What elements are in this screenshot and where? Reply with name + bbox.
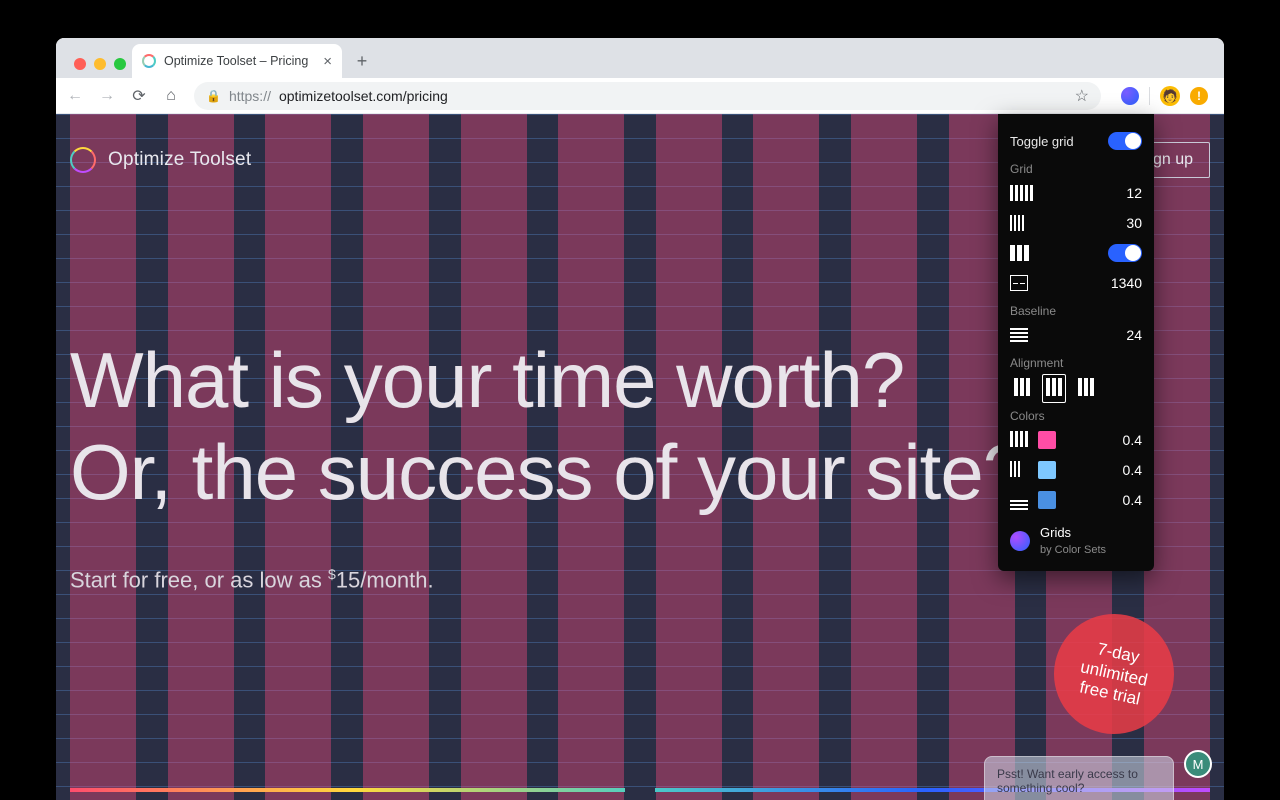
column-color-alpha: 0.4 [1123,432,1142,448]
columns-icon [1010,185,1033,201]
footer-subtitle: by Color Sets [1040,544,1106,556]
column-visibility-switch[interactable] [1108,244,1142,262]
url-text: optimizetoolset.com/pricing [279,88,448,104]
column-color-swatch[interactable] [1038,431,1056,449]
nav-reload-icon[interactable]: ⟳ [130,86,148,106]
columns-color-icon [1010,431,1028,447]
profile-avatar-icon[interactable]: 🧑 [1160,86,1180,106]
subheadline: Start for free, or as low as $15/month. [70,566,1164,593]
gutter-value: 30 [1126,215,1142,231]
omnibox[interactable]: 🔒 https:// optimizetoolset.com/pricing ☆ [194,82,1101,110]
browser-tab[interactable]: Optimize Toolset – Pricing × [132,44,342,78]
baseline-color-swatch[interactable] [1038,491,1056,509]
browser-warning-icon[interactable]: ! [1190,87,1208,105]
tab-favicon-icon [142,54,156,68]
window-maximize-button[interactable] [114,58,126,70]
column-visibility-row[interactable] [1010,238,1142,268]
alignment-section-label: Alignment [1010,356,1142,370]
tab-strip: Optimize Toolset – Pricing × + [56,38,1224,78]
brand-name: Optimize Toolset [108,149,251,171]
grid-section-label: Grid [1010,162,1142,176]
grids-logo-icon [1010,531,1030,551]
nav-home-icon[interactable]: ⌂ [162,87,180,105]
bookmark-star-icon[interactable]: ☆ [1075,86,1089,106]
max-width-icon [1010,275,1028,291]
gutter-color-row[interactable]: 0.4 [1010,455,1142,485]
baseline-section-label: Baseline [1010,304,1142,318]
gutter-icon [1010,215,1024,231]
brand-logo-icon [70,147,96,173]
column-color-row[interactable]: 0.4 [1010,425,1142,455]
align-right-option[interactable] [1074,374,1098,403]
tab-close-icon[interactable]: × [323,53,332,70]
nav-back-icon[interactable]: ← [66,87,84,105]
columns-value: 12 [1126,185,1142,201]
window-controls [74,58,126,70]
url-protocol: https:// [229,88,271,104]
headline-line-2: Or, the success of your site? [70,428,1025,516]
early-access-card[interactable]: Psst! Want early access to something coo… [984,756,1174,800]
gutter-color-alpha: 0.4 [1123,462,1142,478]
baseline-color-row[interactable]: 0.4 [1010,485,1142,515]
grids-extension-icon[interactable] [1121,87,1139,105]
gutter-color-icon [1010,461,1020,477]
avatar-coin-icon[interactable]: M [1184,750,1212,778]
max-width-row[interactable]: 1340 [1010,268,1142,298]
panel-footer[interactable]: Grids by Color Sets [1010,525,1142,557]
toggle-grid-label: Toggle grid [1010,134,1074,149]
extension-icons: 🧑 ! [1115,86,1214,106]
footer-title: Grids [1040,525,1106,541]
gutter-color-swatch[interactable] [1038,461,1056,479]
align-center-option[interactable] [1042,374,1066,403]
nav-forward-icon[interactable]: → [98,87,116,105]
window-close-button[interactable] [74,58,86,70]
address-bar: ← → ⟳ ⌂ 🔒 https:// optimizetoolset.com/pr… [56,78,1224,114]
browser-window: Optimize Toolset – Pricing × + ← → ⟳ ⌂ 🔒… [56,38,1224,800]
toggle-grid-switch[interactable] [1108,132,1142,150]
window-minimize-button[interactable] [94,58,106,70]
colors-section-label: Colors [1010,409,1142,423]
align-left-option[interactable] [1010,374,1034,403]
trial-badge-text: 7-day unlimited free trial [1074,637,1153,711]
headline-line-1: What is your time worth? [70,336,904,424]
baseline-value: 24 [1126,327,1142,343]
secure-lock-icon: 🔒 [206,89,221,103]
tab-title: Optimize Toolset – Pricing [164,54,308,68]
new-tab-button[interactable]: + [348,47,376,75]
column-fill-icon [1010,245,1029,261]
baseline-icon [1010,328,1028,342]
baseline-row[interactable]: 24 [1010,320,1142,350]
max-width-value: 1340 [1111,275,1142,291]
columns-row[interactable]: 12 [1010,178,1142,208]
baseline-color-alpha: 0.4 [1123,492,1142,508]
grids-panel: Toggle grid Grid 12 30 1340 Baseline 24 … [998,114,1154,571]
separator [1149,87,1150,105]
gutter-row[interactable]: 30 [1010,208,1142,238]
baseline-color-icon [1010,500,1028,510]
alignment-group [1010,374,1142,403]
